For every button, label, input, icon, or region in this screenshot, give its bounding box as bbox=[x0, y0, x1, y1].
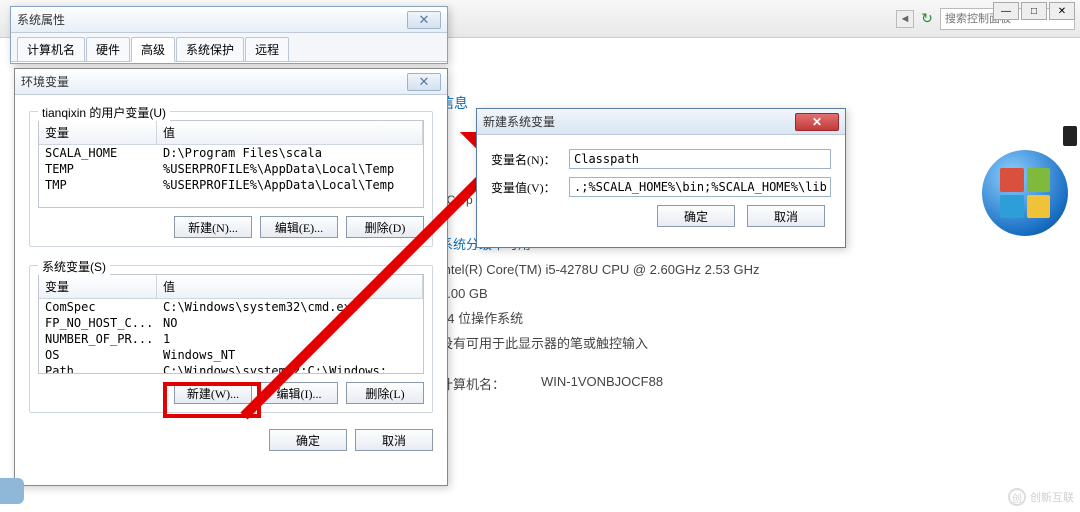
var-name-label: 变量名(N)： bbox=[491, 151, 569, 168]
sys-vars-group: 系统变量(S) 变量值 ComSpecC:\Windows\system32\c… bbox=[29, 265, 433, 413]
col-value[interactable]: 值 bbox=[157, 275, 423, 298]
user-delete-button[interactable]: 删除(D) bbox=[346, 216, 424, 238]
cancel-button[interactable]: 取消 bbox=[747, 205, 825, 227]
var-name-input[interactable] bbox=[569, 149, 831, 169]
cpu-value: Intel(R) Core(TM) i5-4278U CPU @ 2.60GHz… bbox=[440, 258, 1080, 283]
table-row[interactable]: NUMBER_OF_PR...1 bbox=[39, 331, 423, 347]
user-new-button[interactable]: 新建(N)... bbox=[174, 216, 252, 238]
table-row[interactable]: TEMP%USERPROFILE%\AppData\Local\Temp bbox=[39, 161, 423, 177]
tab-hardware[interactable]: 硬件 bbox=[86, 37, 130, 61]
env-title: 环境变量 bbox=[21, 73, 69, 90]
computer-name-label: 计算机名： bbox=[440, 374, 505, 393]
sys-delete-button[interactable]: 删除(L) bbox=[346, 382, 424, 404]
minimize-button[interactable]: — bbox=[993, 2, 1019, 20]
sys-new-button[interactable]: 新建(W)... bbox=[174, 382, 252, 404]
computer-name-value: WIN-1VONBJOCF88 bbox=[541, 374, 663, 393]
col-value[interactable]: 值 bbox=[157, 121, 423, 144]
var-value-label: 变量值(V)： bbox=[491, 179, 569, 196]
sys-edit-button[interactable]: 编辑(I)... bbox=[260, 382, 338, 404]
table-row[interactable]: PathC:\Windows\system32;C:\Windows; bbox=[39, 363, 423, 373]
system-type-value: 64 位操作系统 bbox=[440, 307, 1080, 332]
watermark-text: 创新互联 bbox=[1030, 489, 1074, 505]
new-var-title: 新建系统变量 bbox=[483, 113, 555, 130]
tab-remote[interactable]: 远程 bbox=[245, 37, 289, 61]
system-properties-tabs: 计算机名 硬件 高级 系统保护 远程 bbox=[11, 33, 447, 62]
tab-system-protection[interactable]: 系统保护 bbox=[176, 37, 244, 61]
sys-vars-label: 系统变量(S) bbox=[38, 258, 110, 275]
pen-touch-value: 没有可用于此显示器的笔或触控输入 bbox=[440, 332, 1080, 357]
col-variable[interactable]: 变量 bbox=[39, 275, 157, 298]
close-icon[interactable]: ✕ bbox=[795, 113, 839, 131]
user-vars-group: tianqixin 的用户变量(U) 变量值 SCALA_HOMED:\Prog… bbox=[29, 111, 433, 247]
close-icon[interactable]: ✕ bbox=[407, 11, 441, 29]
windows-logo-icon bbox=[982, 150, 1068, 236]
col-variable[interactable]: 变量 bbox=[39, 121, 157, 144]
back-button[interactable]: ◄ bbox=[896, 10, 914, 28]
tab-advanced[interactable]: 高级 bbox=[131, 37, 175, 62]
sys-vars-list[interactable]: 变量值 ComSpecC:\Windows\system32\cmd.exeFP… bbox=[38, 274, 424, 374]
ram-value: 2.00 GB bbox=[440, 282, 1080, 307]
close-button[interactable]: ✕ bbox=[1049, 2, 1075, 20]
table-row[interactable]: OSWindows_NT bbox=[39, 347, 423, 363]
taskbar-cloud-icon[interactable] bbox=[0, 478, 24, 504]
table-row[interactable]: ComSpecC:\Windows\system32\cmd.exe bbox=[39, 299, 423, 315]
table-row[interactable]: SCALA_HOMED:\Program Files\scala bbox=[39, 145, 423, 161]
var-value-input[interactable] bbox=[569, 177, 831, 197]
table-row[interactable]: TMP%USERPROFILE%\AppData\Local\Temp bbox=[39, 177, 423, 193]
cancel-button[interactable]: 取消 bbox=[355, 429, 433, 451]
table-row[interactable]: FP_NO_HOST_C...NO bbox=[39, 315, 423, 331]
close-icon[interactable]: ✕ bbox=[407, 73, 441, 91]
system-properties-dialog: 系统属性 ✕ 计算机名 硬件 高级 系统保护 远程 bbox=[10, 6, 448, 64]
ok-button[interactable]: 确定 bbox=[269, 429, 347, 451]
new-var-titlebar[interactable]: 新建系统变量 ✕ bbox=[477, 109, 845, 135]
environment-variables-dialog: 环境变量 ✕ tianqixin 的用户变量(U) 变量值 SCALA_HOME… bbox=[14, 68, 448, 486]
system-properties-title: 系统属性 bbox=[17, 11, 65, 28]
system-properties-titlebar[interactable]: 系统属性 ✕ bbox=[11, 7, 447, 33]
user-edit-button[interactable]: 编辑(E)... bbox=[260, 216, 338, 238]
window-controls: — □ ✕ bbox=[993, 2, 1075, 20]
maximize-button[interactable]: □ bbox=[1021, 2, 1047, 20]
refresh-icon[interactable]: ↻ bbox=[918, 10, 936, 28]
ok-button[interactable]: 确定 bbox=[657, 205, 735, 227]
new-system-variable-dialog: 新建系统变量 ✕ 变量名(N)： 变量值(V)： 确定 取消 bbox=[476, 108, 846, 248]
tab-computer-name[interactable]: 计算机名 bbox=[17, 37, 85, 61]
watermark: 创 创新互联 bbox=[1008, 488, 1074, 506]
usb-device-icon bbox=[1063, 126, 1077, 146]
user-vars-label: tianqixin 的用户变量(U) bbox=[38, 104, 170, 121]
watermark-logo-icon: 创 bbox=[1008, 488, 1026, 506]
env-titlebar[interactable]: 环境变量 ✕ bbox=[15, 69, 447, 95]
user-vars-list[interactable]: 变量值 SCALA_HOMED:\Program Files\scalaTEMP… bbox=[38, 120, 424, 208]
